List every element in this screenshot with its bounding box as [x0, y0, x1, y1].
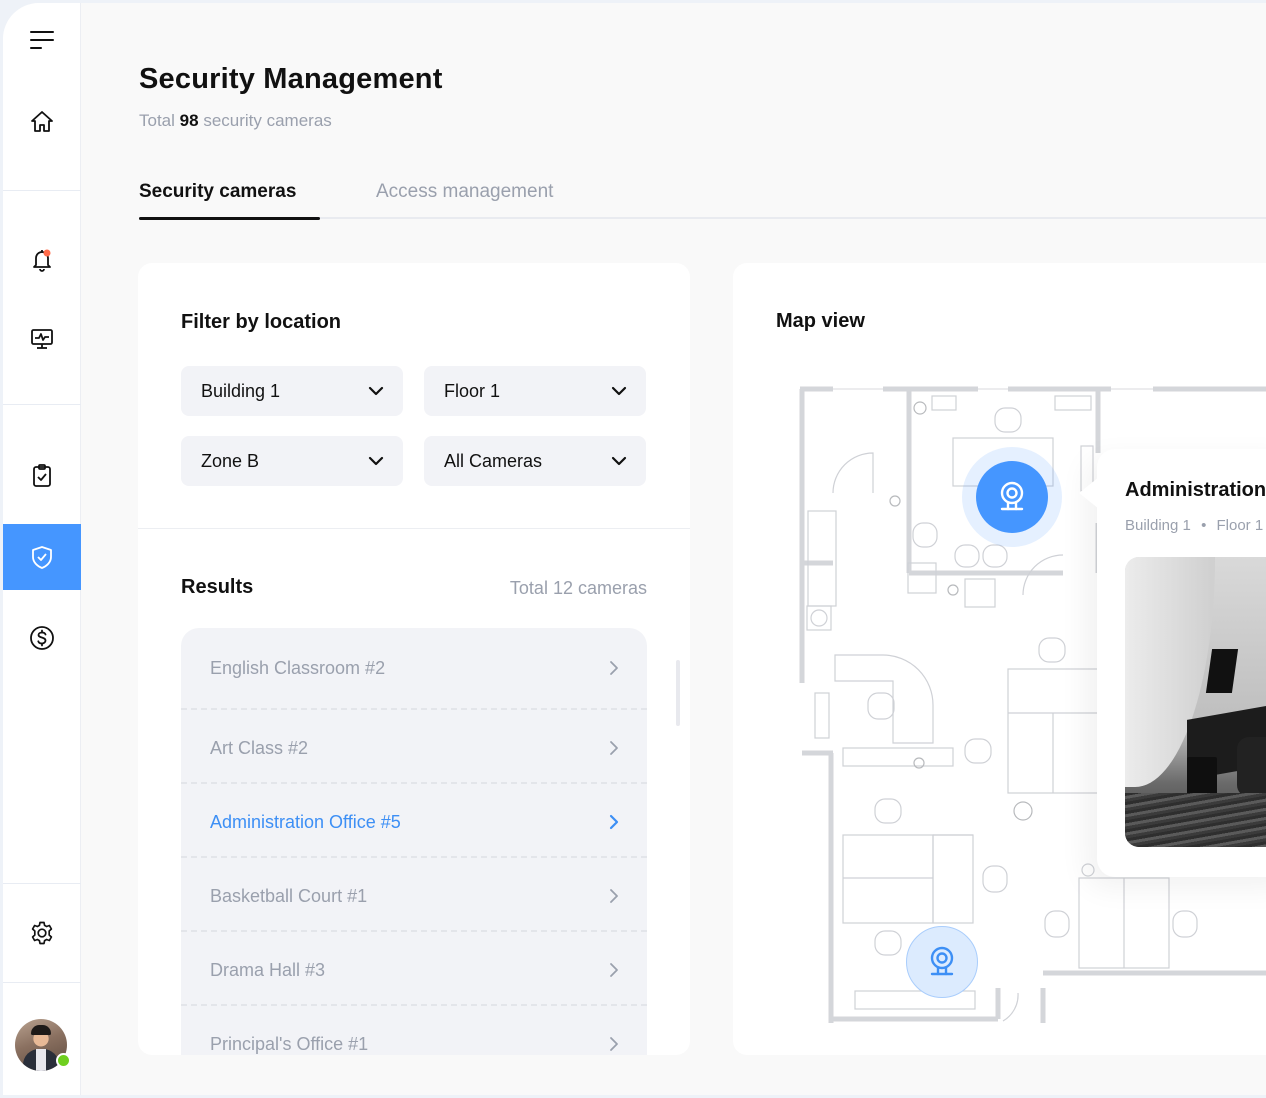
- bell-icon: [33, 249, 51, 272]
- home-icon: [31, 111, 53, 132]
- active-tab-indicator: [139, 217, 320, 220]
- list-item-selected[interactable]: Administration Office #5: [181, 784, 647, 858]
- sidebar-group-middle: [3, 191, 81, 405]
- floor-select-value: Floor 1: [444, 380, 501, 401]
- sidebar-item-billing[interactable]: [3, 605, 81, 671]
- subtitle-suffix: security cameras: [203, 111, 332, 130]
- camera-feed-preview[interactable]: [1125, 557, 1266, 847]
- menu-icon: [30, 31, 54, 49]
- feed-floor: [1125, 793, 1266, 847]
- sidebar-item-monitoring[interactable]: [3, 306, 81, 372]
- chevron-down-icon: [368, 456, 384, 466]
- chevron-right-icon: [610, 1037, 618, 1051]
- camera-total-count: 98: [179, 111, 199, 130]
- list-item-label: Basketball Court #1: [210, 886, 368, 906]
- chevron-right-icon: [610, 963, 618, 977]
- list-item-label: Administration Office #5: [210, 812, 401, 832]
- chevron-right-icon: [610, 741, 618, 755]
- zone-select-value: Zone B: [201, 450, 260, 471]
- sidebar-item-home[interactable]: [3, 89, 81, 155]
- app-frame: Security Management Total 98 security ca…: [3, 3, 1266, 1095]
- building-select[interactable]: Building 1: [181, 366, 403, 416]
- map-card: Map view Administration Building 1 • Flo…: [733, 263, 1266, 1055]
- popup-floor: Floor 1: [1216, 517, 1264, 534]
- sidebar-item-tasks[interactable]: [3, 442, 81, 508]
- avatar-hair: [31, 1025, 51, 1035]
- camera-popup: Administration Office #5 Building 1 • Fl…: [1079, 449, 1266, 877]
- results-count: Total 12 cameras: [509, 578, 647, 598]
- filter-title: Filter by location: [181, 311, 342, 333]
- list-item-label: Drama Hall #3: [210, 960, 326, 980]
- filter-card: Filter by location Building 1 Floor 1 Zo…: [138, 263, 690, 1055]
- monitor-pulse-icon: [31, 329, 53, 349]
- tab-security-cameras[interactable]: Security cameras: [139, 181, 296, 203]
- chevron-down-icon: [611, 456, 627, 466]
- list-item[interactable]: Art Class #2: [181, 710, 647, 784]
- list-item[interactable]: Basketball Court #1: [181, 858, 647, 932]
- zone-select[interactable]: Zone B: [181, 436, 403, 486]
- results-title: Results: [181, 576, 254, 598]
- chevron-right-icon: [610, 889, 618, 903]
- building-select-value: Building 1: [201, 380, 281, 401]
- results-list: English Classroom #2 Art Class #2 Admini…: [181, 628, 647, 1055]
- avatar-shirt: [36, 1049, 46, 1071]
- popup-separator: •: [1201, 517, 1207, 534]
- dollar-circle-icon: [30, 626, 54, 650]
- chevron-down-icon: [368, 386, 384, 396]
- online-status-dot: [56, 1053, 71, 1068]
- page-subtitle: Total 98 security cameras: [139, 111, 332, 131]
- popup-pointer: [1079, 477, 1099, 509]
- chevron-down-icon: [611, 386, 627, 396]
- list-item-label: English Classroom #2: [210, 658, 386, 678]
- chevron-right-icon: [610, 661, 618, 675]
- webcam-icon: [1000, 481, 1024, 511]
- list-item-label: Principal's Office #1: [210, 1034, 369, 1054]
- gear-icon: [31, 921, 53, 945]
- floor-select[interactable]: Floor 1: [424, 366, 646, 416]
- tab-access-management[interactable]: Access management: [376, 181, 553, 203]
- list-item[interactable]: Principal's Office #1: [181, 1006, 647, 1055]
- clipboard-check-icon: [33, 464, 51, 487]
- camera-pin[interactable]: [906, 926, 978, 998]
- sidebar-item-notifications[interactable]: [3, 227, 81, 293]
- sidebar: [3, 3, 81, 1095]
- list-item-label: Art Class #2: [210, 738, 309, 758]
- results-scrollbar[interactable]: [676, 660, 680, 726]
- popup-location: Building 1 • Floor 1: [1125, 517, 1263, 534]
- subtitle-prefix: Total: [139, 111, 175, 130]
- camera-type-select[interactable]: All Cameras: [424, 436, 646, 486]
- sidebar-item-security[interactable]: [3, 524, 81, 590]
- sidebar-item-settings[interactable]: [3, 900, 81, 966]
- popup-building: Building 1: [1125, 517, 1191, 534]
- camera-pin-inner: [976, 461, 1048, 533]
- list-item[interactable]: English Classroom #2: [181, 628, 647, 710]
- feed-bag: [1237, 737, 1266, 797]
- camera-pin-selected[interactable]: [962, 447, 1062, 547]
- tab-bar: Security cameras Access management: [139, 175, 1266, 220]
- popup-title: Administration Office #5: [1125, 479, 1266, 501]
- chevron-right-icon: [609, 814, 619, 830]
- sidebar-item-menu[interactable]: [3, 8, 81, 74]
- feed-monitor: [1205, 649, 1239, 693]
- section-divider: [138, 528, 690, 529]
- shield-check-icon: [32, 546, 52, 569]
- webcam-icon: [930, 946, 954, 976]
- page-title: Security Management: [139, 63, 443, 95]
- list-item[interactable]: Drama Hall #3: [181, 932, 647, 1006]
- camera-type-select-value: All Cameras: [444, 450, 543, 471]
